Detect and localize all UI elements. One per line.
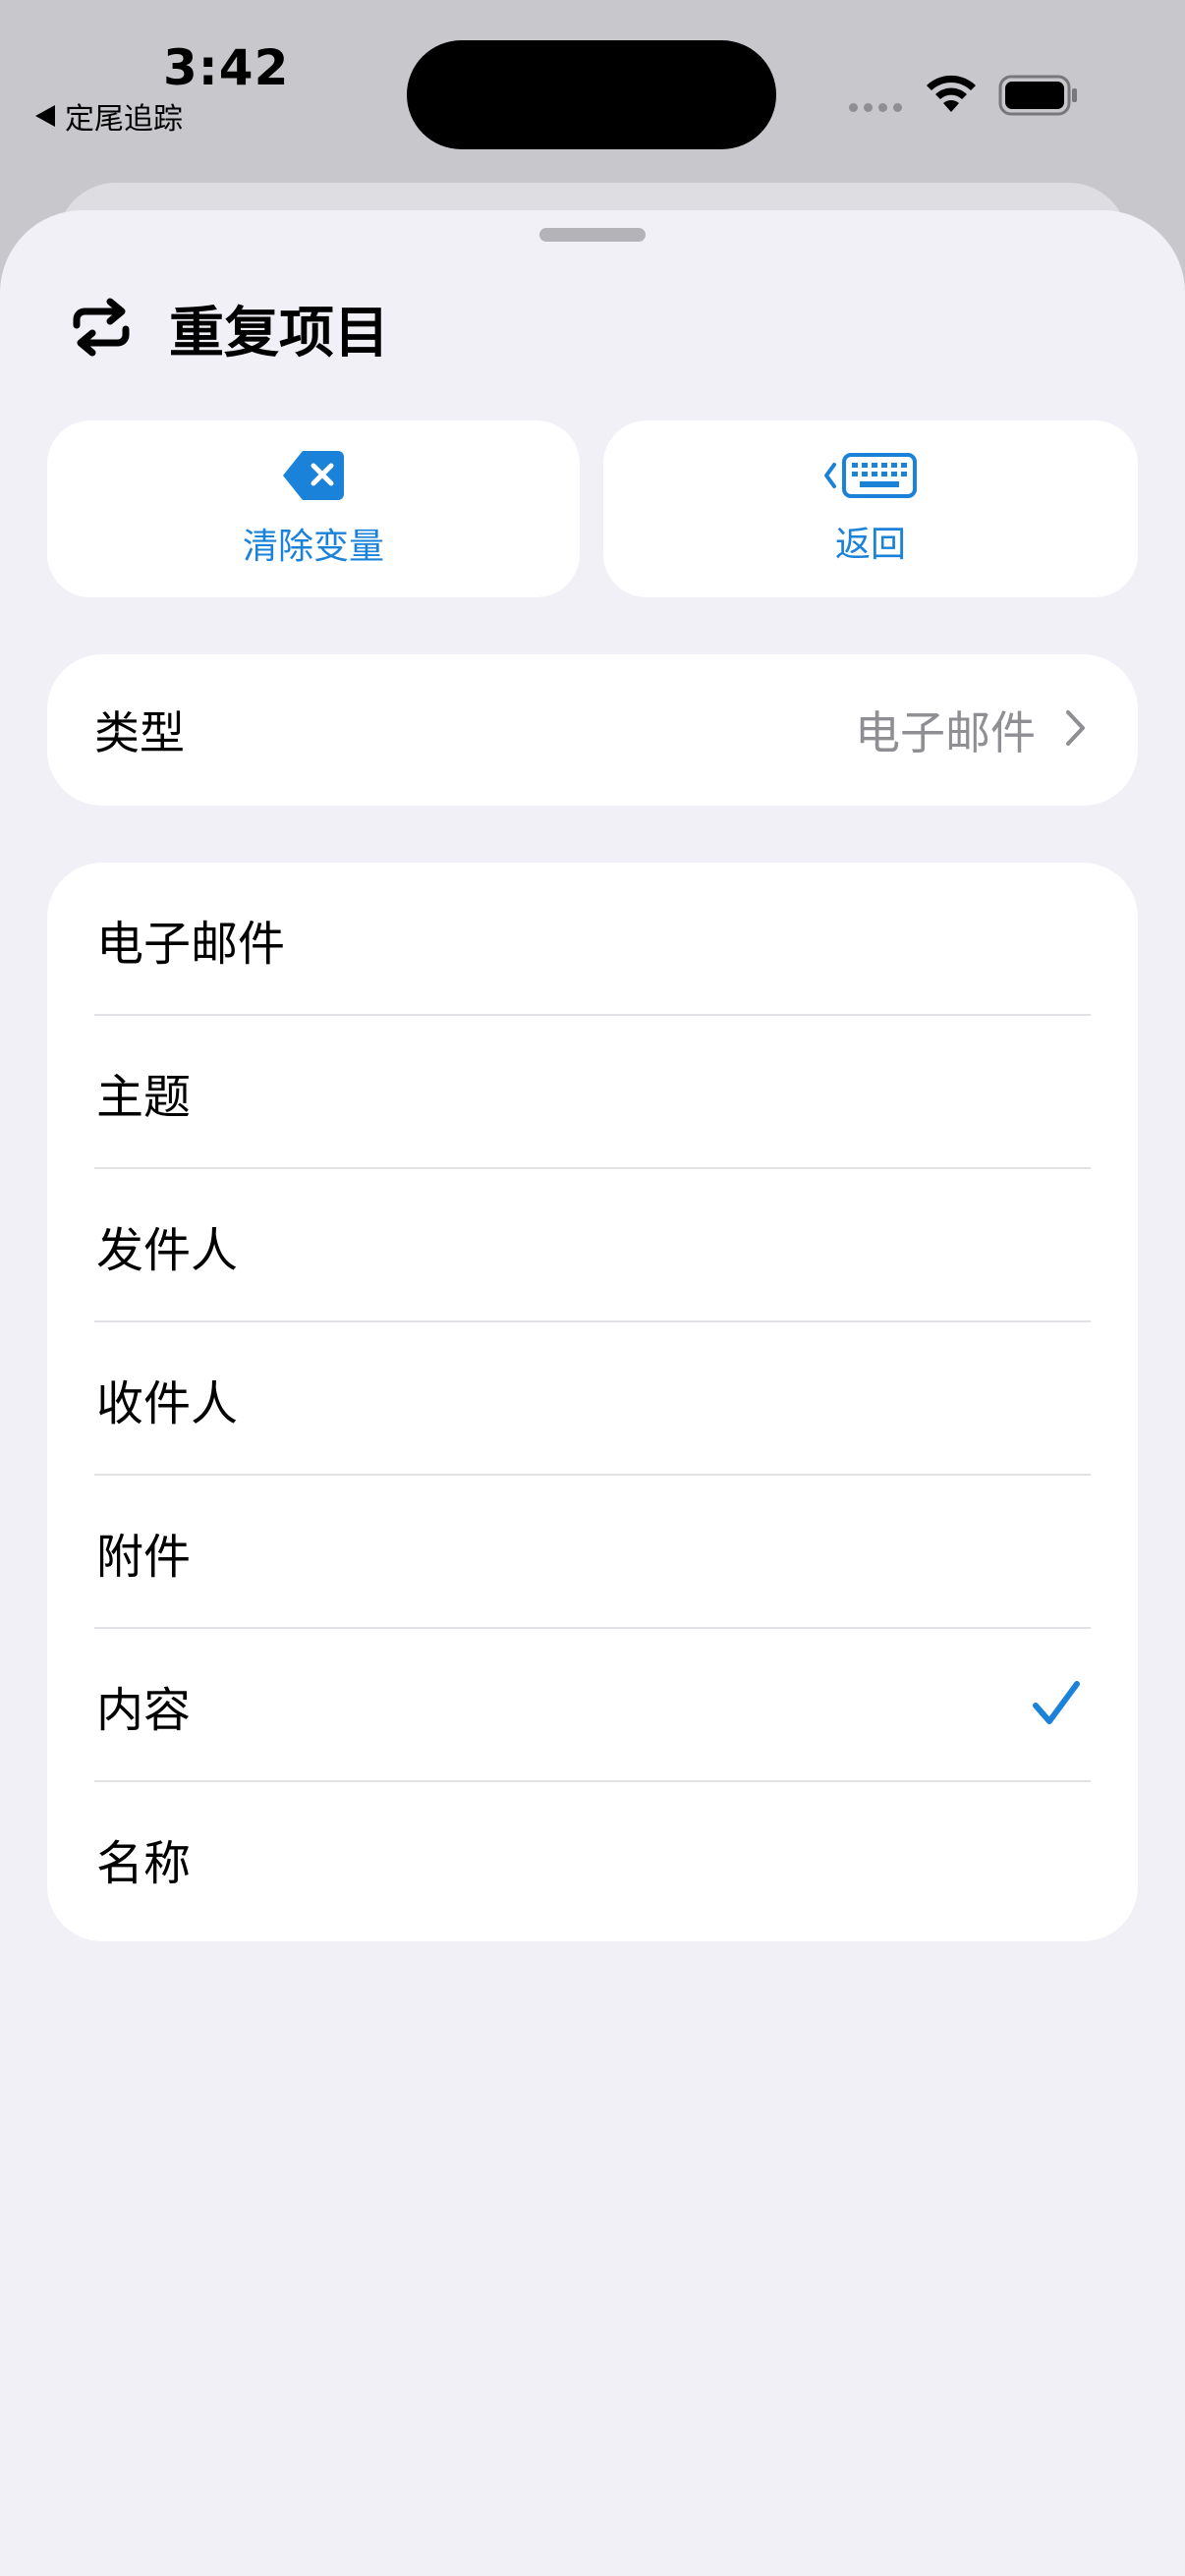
property-options-list: 电子邮件 主题 发件人 收件人 附件 内容 名称 — [47, 863, 1138, 1941]
sheet-grabber[interactable] — [539, 228, 646, 242]
battery-icon — [998, 75, 1079, 120]
wifi-icon — [924, 73, 979, 118]
dynamic-island — [407, 40, 776, 149]
keyboard-chevron-left-icon — [822, 451, 919, 504]
back-button[interactable]: 返回 — [603, 420, 1138, 597]
list-item-label: 名称 — [96, 1836, 192, 1891]
list-item-label: 发件人 — [96, 1223, 239, 1278]
clear-variable-button[interactable]: 清除变量 — [47, 420, 580, 597]
status-bar: 3:42 定尾追踪 — [0, 0, 1185, 187]
chevron-right-icon — [1065, 709, 1087, 751]
type-label: 类型 — [94, 706, 185, 759]
list-item-label: 电子邮件 — [96, 917, 286, 972]
status-time: 3:42 — [163, 39, 290, 96]
repeat-icon — [67, 298, 136, 361]
back-triangle-icon — [35, 105, 55, 127]
list-item-label: 收件人 — [96, 1376, 239, 1431]
sheet-header: 重复项目 — [67, 289, 389, 368]
checkmark-icon — [1032, 1680, 1081, 1731]
list-item-label: 主题 — [96, 1070, 192, 1125]
variable-picker-sheet: 重复项目 清除变量 返回 类型 电子邮件 电子邮件 主题 发件人 收件人 附件 … — [0, 210, 1185, 2576]
delete-backward-icon — [281, 449, 346, 506]
back-label: 返回 — [834, 525, 906, 565]
list-item-label: 内容 — [96, 1683, 192, 1738]
list-item[interactable]: 名称 — [47, 1782, 1138, 1935]
sheet-title: 重复项目 — [169, 302, 389, 365]
back-app-label: 定尾追踪 — [65, 102, 183, 137]
list-item[interactable]: 电子邮件 — [47, 863, 1138, 1016]
clear-variable-label: 清除变量 — [242, 527, 384, 567]
back-to-app-button[interactable]: 定尾追踪 — [35, 94, 183, 138]
list-item-label: 附件 — [96, 1530, 192, 1585]
list-item[interactable]: 收件人 — [47, 1322, 1138, 1476]
list-item[interactable]: 附件 — [47, 1476, 1138, 1629]
type-value: 电子邮件 — [855, 706, 1036, 759]
list-item[interactable]: 主题 — [47, 1016, 1138, 1169]
list-item[interactable]: 发件人 — [47, 1169, 1138, 1322]
type-selector-row[interactable]: 类型 电子邮件 — [47, 654, 1138, 806]
list-item-selected[interactable]: 内容 — [47, 1629, 1138, 1782]
cellular-signal-icon — [849, 103, 902, 112]
